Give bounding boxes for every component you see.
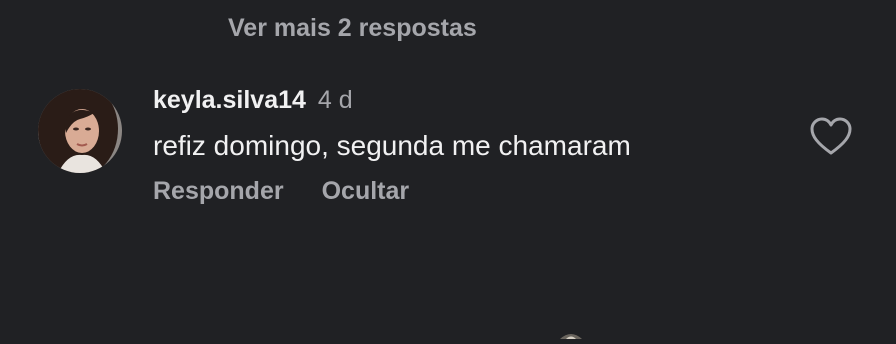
like-button[interactable] <box>809 117 853 157</box>
comment-timestamp: 4 d <box>317 86 353 114</box>
comment-text: refiz domingo, segunda me chamaram <box>153 130 631 161</box>
avatar-photo <box>38 89 122 173</box>
heart-outline-icon <box>810 117 852 155</box>
view-more-replies-button[interactable]: Ver mais 2 respostas <box>228 14 477 43</box>
comment-actions: Responder Ocultar <box>153 177 409 206</box>
partial-avatar-peek <box>558 326 584 339</box>
comment-header: keyla.silva14 4 d <box>153 86 353 115</box>
comment-username[interactable]: keyla.silva14 <box>153 86 306 115</box>
avatar[interactable] <box>38 89 122 173</box>
reply-button[interactable]: Responder <box>153 177 284 206</box>
hide-button[interactable]: Ocultar <box>322 177 410 206</box>
